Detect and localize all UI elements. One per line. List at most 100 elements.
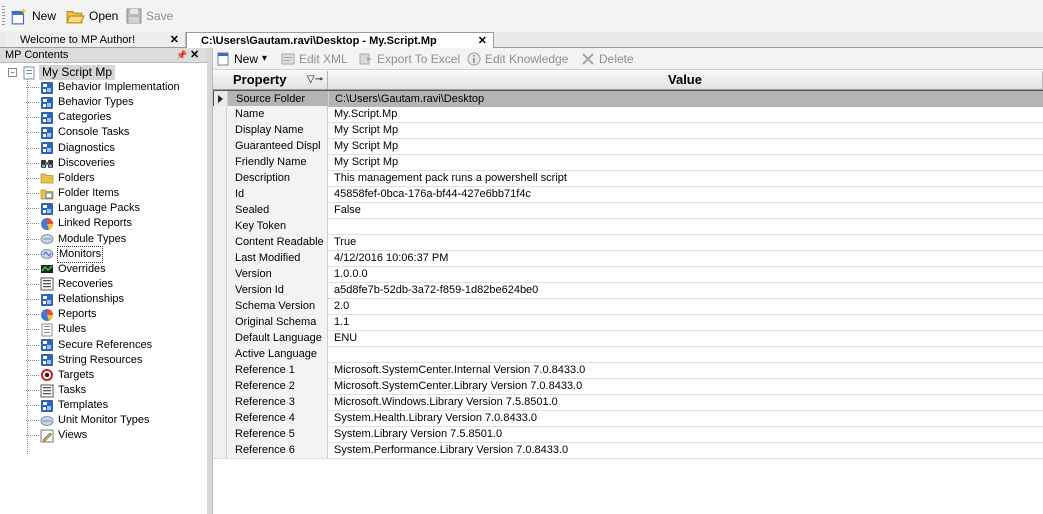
row-selector[interactable]	[213, 362, 227, 378]
row-selector[interactable]	[213, 330, 227, 346]
grid-row[interactable]: Default Language ENU	[213, 330, 1043, 347]
value-cell[interactable]: 2.0	[328, 298, 1043, 314]
value-cell[interactable]: Microsoft.SystemCenter.Library Version 7…	[328, 378, 1043, 394]
grid-row[interactable]: Content Readable True	[213, 234, 1043, 251]
property-cell[interactable]: Last Modified	[227, 250, 328, 266]
property-column-header[interactable]: Property ▽⊸	[227, 71, 328, 89]
row-selector[interactable]	[213, 410, 227, 426]
grid-row[interactable]: Version Id a5d8fe7b-52db-3a72-f859-1d82be…	[213, 282, 1043, 299]
row-selector[interactable]	[213, 186, 227, 202]
tree-item-folders[interactable]: Folders	[26, 171, 95, 186]
row-selector[interactable]	[213, 298, 227, 314]
row-selector[interactable]	[213, 394, 227, 410]
grid-row[interactable]: Sealed False	[213, 202, 1043, 219]
value-cell[interactable]: 45858fef-0bca-176a-bf44-427e6bb71f4c	[328, 186, 1043, 202]
grid-row[interactable]: Reference 4 System.Health.Library Version…	[213, 410, 1043, 427]
tree-item-discoveries[interactable]: Discoveries	[26, 156, 115, 171]
grid-row[interactable]: Reference 6 System.Performance.Library Ve…	[213, 442, 1043, 459]
tree-item-unit-monitor-types[interactable]: Unit Monitor Types	[26, 413, 150, 428]
grid-row[interactable]: Guaranteed Displ My Script Mp	[213, 138, 1043, 155]
tree-item-behavior-types[interactable]: Behavior Types	[26, 95, 134, 110]
value-cell[interactable]: 1.0.0.0	[328, 266, 1043, 282]
panel-close-icon[interactable]: ✕	[190, 48, 199, 62]
filter-pin-icon[interactable]: ▽⊸	[307, 71, 323, 89]
value-cell[interactable]: True	[328, 234, 1043, 250]
row-selector[interactable]	[213, 426, 227, 442]
grid-row[interactable]: Reference 2 Microsoft.SystemCenter.Librar…	[213, 378, 1043, 395]
property-cell[interactable]: Version Id	[227, 282, 328, 298]
value-cell[interactable]: C:\Users\Gautam.ravi\Desktop	[329, 91, 1043, 107]
tree-item-targets[interactable]: Targets	[26, 368, 94, 383]
property-cell[interactable]: Active Language	[227, 346, 328, 362]
tree-item-reports[interactable]: Reports	[26, 307, 97, 322]
grid-row[interactable]: Original Schema 1.1	[213, 314, 1043, 331]
tree-item-views[interactable]: Views	[26, 428, 87, 443]
tab-my-script-mp[interactable]: C:\Users\Gautam.ravi\Desktop - My.Script…	[186, 32, 494, 48]
tree-item-diagnostics[interactable]: Diagnostics	[26, 141, 115, 156]
row-selector[interactable]	[213, 170, 227, 186]
property-cell[interactable]: Schema Version	[227, 298, 328, 314]
grid-row[interactable]: Display Name My Script Mp	[213, 122, 1043, 139]
grid-row[interactable]: Last Modified 4/12/2016 10:06:37 PM	[213, 250, 1043, 267]
grid-row[interactable]: Friendly Name My Script Mp	[213, 154, 1043, 171]
row-selector[interactable]	[213, 314, 227, 330]
property-cell[interactable]: Id	[227, 186, 328, 202]
grid-row[interactable]: Active Language	[213, 346, 1043, 363]
grid-row[interactable]: Source Folder C:\Users\Gautam.ravi\Deskto…	[213, 90, 1043, 107]
value-cell[interactable]: System.Health.Library Version 7.0.8433.0	[328, 410, 1043, 426]
grid-row[interactable]: Schema Version 2.0	[213, 298, 1043, 315]
property-cell[interactable]: Content Readable	[227, 234, 328, 250]
property-cell[interactable]: Sealed	[227, 202, 328, 218]
grid-row[interactable]: Reference 1 Microsoft.SystemCenter.Intern…	[213, 362, 1043, 379]
property-cell[interactable]: Default Language	[227, 330, 328, 346]
tree-item-secure-references[interactable]: Secure References	[26, 338, 152, 353]
tree-item-tasks[interactable]: Tasks	[26, 383, 86, 398]
row-selector[interactable]	[213, 442, 227, 458]
tree-item-recoveries[interactable]: Recoveries	[26, 277, 113, 292]
tree-root-node[interactable]: − My Script Mp	[8, 65, 116, 80]
tree-item-console-tasks[interactable]: Console Tasks	[26, 125, 129, 140]
property-cell[interactable]: Source Folder	[228, 91, 329, 107]
row-selector[interactable]	[213, 154, 227, 170]
value-cell[interactable]: ENU	[328, 330, 1043, 346]
property-cell[interactable]: Reference 5	[227, 426, 328, 442]
tree-item-string-resources[interactable]: String Resources	[26, 353, 142, 368]
row-selector[interactable]	[213, 266, 227, 282]
tree-item-rules[interactable]: Rules	[26, 322, 86, 337]
grid-row[interactable]: Name My.Script.Mp	[213, 106, 1043, 123]
property-cell[interactable]: Name	[227, 106, 328, 122]
row-selector[interactable]	[213, 282, 227, 298]
edit-knowledge-button[interactable]: Edit Knowledge	[467, 50, 568, 67]
tab-welcome-close-icon[interactable]: ✕	[168, 33, 181, 46]
property-cell[interactable]: Reference 2	[227, 378, 328, 394]
value-cell[interactable]	[328, 218, 1043, 234]
value-cell[interactable]: False	[328, 202, 1043, 218]
row-selector[interactable]	[213, 106, 227, 122]
value-cell[interactable]: My Script Mp	[328, 122, 1043, 138]
value-cell[interactable]: Microsoft.Windows.Library Version 7.5.85…	[328, 394, 1043, 410]
pin-icon[interactable]: 📌	[176, 48, 187, 62]
property-cell[interactable]: Display Name	[227, 122, 328, 138]
value-cell[interactable]: a5d8fe7b-52db-3a72-f859-1d82be624be0	[328, 282, 1043, 298]
tree-item-module-types[interactable]: Module Types	[26, 232, 126, 247]
row-selector[interactable]	[213, 250, 227, 266]
tree-item-language-packs[interactable]: Language Packs	[26, 201, 140, 216]
grid-row[interactable]: Reference 5 System.Library Version 7.5.85…	[213, 426, 1043, 443]
value-column-header[interactable]: Value	[328, 71, 1043, 89]
value-cell[interactable]: My.Script.Mp	[328, 106, 1043, 122]
property-cell[interactable]: Reference 1	[227, 362, 328, 378]
row-selector[interactable]	[214, 91, 228, 107]
value-cell[interactable]	[328, 346, 1043, 362]
property-cell[interactable]: Key Token	[227, 218, 328, 234]
tree-item-linked-reports[interactable]: Linked Reports	[26, 216, 132, 231]
row-selector[interactable]	[213, 346, 227, 362]
grid-row[interactable]: Id 45858fef-0bca-176a-bf44-427e6bb71f4c	[213, 186, 1043, 203]
row-selector[interactable]	[213, 378, 227, 394]
grid-row[interactable]: Key Token	[213, 218, 1043, 235]
export-to-excel-button[interactable]: Export To Excel	[359, 50, 460, 67]
value-cell[interactable]: This management pack runs a powershell s…	[328, 170, 1043, 186]
tab-active-close-icon[interactable]: ✕	[476, 34, 489, 47]
value-cell[interactable]: My Script Mp	[328, 138, 1043, 154]
property-cell[interactable]: Reference 4	[227, 410, 328, 426]
delete-button[interactable]: Delete	[581, 50, 634, 67]
